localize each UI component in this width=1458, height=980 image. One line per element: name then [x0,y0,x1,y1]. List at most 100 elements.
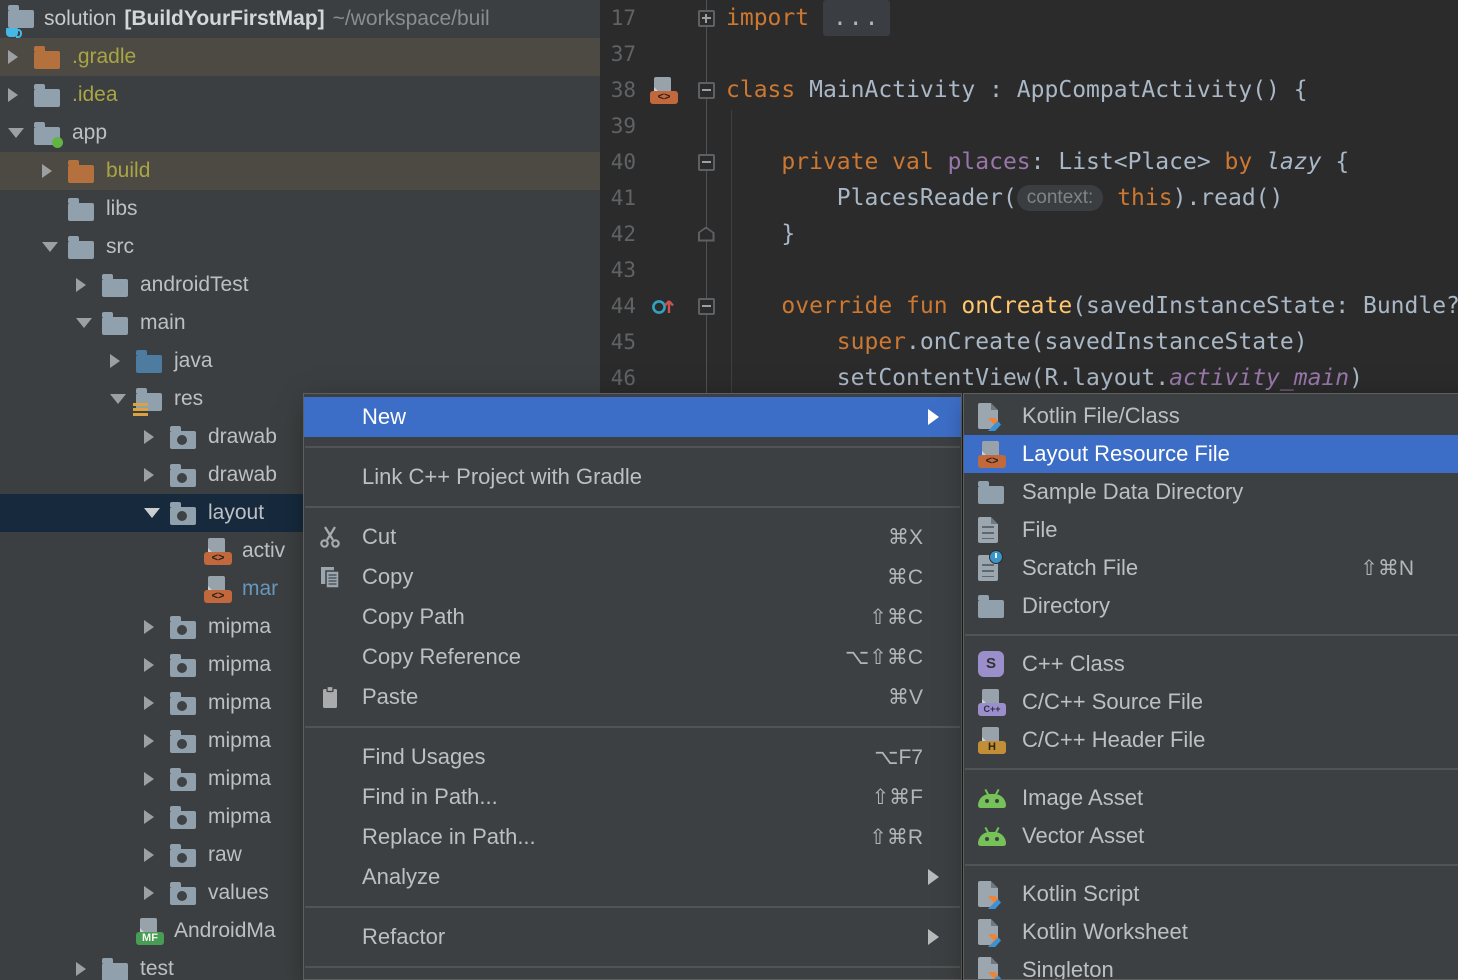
folder-orange-icon [34,46,64,69]
tree-item-java[interactable]: java [0,342,600,380]
paste-icon [318,685,362,709]
folder-hole-icon [170,464,200,487]
tree-item-label: java [174,349,213,373]
project-path: ~/workspace/buil [333,7,490,31]
chevron-down-icon[interactable] [42,242,68,252]
chevron-right-icon[interactable] [144,696,170,710]
menu-item-paste[interactable]: Paste⌘V [304,677,961,717]
chevron-right-icon[interactable] [144,810,170,824]
menu-separator [965,768,1458,770]
tree-item-gradle[interactable]: .gradle [0,38,600,76]
line-number: 17 [600,6,650,30]
menu-item-sample-data-directory[interactable]: Sample Data Directory [964,473,1458,511]
menu-item-shortcut: ⇧⌘R [869,825,945,850]
fold-marker-icon[interactable] [690,154,722,171]
menu-item-label: Scratch File [1022,555,1138,581]
menu-item-label: C/C++ Header File [1022,727,1205,753]
chevron-right-icon[interactable] [42,164,68,178]
menu-item-cut[interactable]: Cut⌘X [304,517,961,557]
chevron-right-icon[interactable] [144,886,170,900]
folder-icon [102,274,132,297]
menu-item-directory[interactable]: Directory [964,587,1458,625]
menu-item-label: Layout Resource File [1022,441,1230,467]
chevron-right-icon[interactable] [8,88,34,102]
menu-item-copy-path[interactable]: Copy Path⇧⌘C [304,597,961,637]
line-number: 40 [600,150,650,174]
menu-item-shortcut: ⌥F7 [874,745,945,770]
menu-item-label: File [1022,517,1057,543]
tree-item-label: main [140,311,186,335]
menu-item-kotlin-script[interactable]: Kotlin Script [964,875,1458,913]
menu-item-new[interactable]: New [304,397,961,437]
menu-item-link-c-project-with-gradle[interactable]: Link C++ Project with Gradle [304,457,961,497]
chevron-down-icon[interactable] [8,128,34,138]
project-title-row[interactable]: solution [BuildYourFirstMap] ~/workspace… [0,0,600,38]
menu-item-analyze[interactable]: Analyze [304,857,961,897]
menu-item-kotlin-file-class[interactable]: Kotlin File/Class [964,397,1458,435]
tree-item-idea[interactable]: .idea [0,76,600,114]
chevron-right-icon[interactable] [144,430,170,444]
menu-item-label: Kotlin Script [1022,881,1139,907]
chevron-right-icon[interactable] [144,848,170,862]
menu-item-find-usages[interactable]: Find Usages ⌥F7 [304,737,961,777]
chevron-right-icon[interactable] [76,278,102,292]
chevron-right-icon[interactable] [144,620,170,634]
code-line: 46 setContentView(R.layout.activity_main… [600,360,1458,396]
chevron-right-icon[interactable] [8,50,34,64]
tree-item-label: AndroidMa [174,919,276,943]
folder-icon [978,481,1022,504]
tree-item-app[interactable]: app [0,114,600,152]
folder-icon [978,595,1022,618]
chevron-right-icon[interactable] [144,772,170,786]
menu-item-copy[interactable]: Copy⌘C [304,557,961,597]
fold-marker-icon[interactable] [690,298,722,315]
tree-item-build[interactable]: build [0,152,600,190]
menu-item-singleton[interactable]: Singleton [964,951,1458,980]
menu-item-label: Copy Path [362,604,465,630]
override-gutter-icon[interactable] [650,295,690,317]
menu-item-kotlin-worksheet[interactable]: Kotlin Worksheet [964,913,1458,951]
tree-item-label: app [72,121,107,145]
menu-item-c-c-source-file[interactable]: C++C/C++ Source File [964,683,1458,721]
fold-marker-icon[interactable] [690,227,722,242]
line-number: 44 [600,294,650,318]
chevron-right-icon[interactable] [144,658,170,672]
menu-item-vector-asset[interactable]: Vector Asset [964,817,1458,855]
code-text: class MainActivity : AppCompatActivity()… [722,72,1458,108]
menu-item-image-asset[interactable]: Image Asset [964,779,1458,817]
chevron-down-icon[interactable] [144,508,170,518]
file-kotlin-icon [978,403,1022,429]
menu-item-c-class[interactable]: SC++ Class [964,645,1458,683]
android-icon [978,827,1022,846]
menu-item-label: Find Usages [362,744,486,770]
menu-item-copy-reference[interactable]: Copy Reference⌥⇧⌘C [304,637,961,677]
menu-item-layout-resource-file[interactable]: <>Layout Resource File [964,435,1458,473]
tree-item-androidtest[interactable]: androidTest [0,266,600,304]
fold-marker-icon[interactable] [690,10,722,27]
tree-item-label: drawab [208,425,277,449]
tree-item-src[interactable]: src [0,228,600,266]
chevron-right-icon[interactable] [110,354,136,368]
tree-item-main[interactable]: main [0,304,600,342]
android-studio-window: { "window": { "title_project": "solution… [0,0,1458,980]
menu-item-label: Singleton [1022,957,1114,980]
menu-item-shortcut: ⌘V [888,685,945,710]
line-number: 43 [600,258,650,282]
fold-marker-icon[interactable] [690,82,722,99]
menu-item-scratch-file[interactable]: Scratch File⇧⌘N [964,549,1458,587]
tree-item-label: mipma [208,729,271,753]
menu-item-replace-in-path[interactable]: Replace in Path...⇧⌘R [304,817,961,857]
menu-item-find-in-path[interactable]: Find in Path...⇧⌘F [304,777,961,817]
menu-item-c-c-header-file[interactable]: HC/C++ Header File [964,721,1458,759]
menu-item-file[interactable]: File [964,511,1458,549]
chevron-right-icon[interactable] [76,962,102,976]
chevron-right-icon[interactable] [144,468,170,482]
menu-item-label: Link C++ Project with Gradle [362,464,642,490]
layout-file-gutter-icon[interactable]: <> [650,77,690,104]
tree-item-libs[interactable]: libs [0,190,600,228]
menu-item-refactor[interactable]: Refactor [304,917,961,957]
tree-item-label: mipma [208,805,271,829]
chevron-right-icon[interactable] [144,734,170,748]
tree-item-label: .gradle [72,45,136,69]
chevron-down-icon[interactable] [76,318,102,328]
